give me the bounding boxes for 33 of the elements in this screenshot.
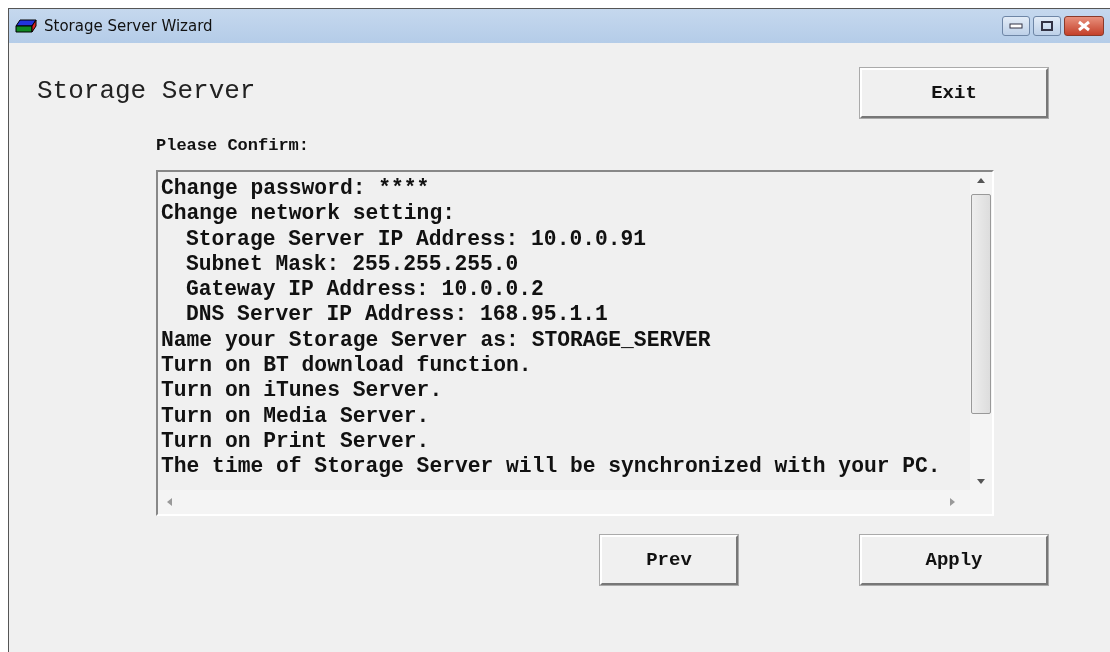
- maximize-icon: [1041, 21, 1053, 31]
- horizontal-scrollbar[interactable]: [158, 490, 992, 514]
- close-button[interactable]: [1064, 16, 1104, 36]
- maximize-button[interactable]: [1033, 16, 1061, 36]
- summary-text-area[interactable]: [156, 170, 994, 516]
- scroll-down-icon[interactable]: [977, 479, 985, 485]
- wizard-heading: Storage Server: [37, 76, 256, 106]
- summary-line: Gateway IP Address: 10.0.0.2: [185, 277, 545, 303]
- scroll-left-icon[interactable]: [166, 498, 172, 506]
- summary-line: Name your Storage Server as: STORAGE_SERVER: [161, 327, 712, 354]
- minimize-icon: [1009, 22, 1023, 30]
- minimize-button[interactable]: [1002, 16, 1030, 36]
- vertical-scrollbar[interactable]: [970, 172, 992, 490]
- summary-line: The time of Storage Server will be synchronized with your PC.: [161, 454, 942, 480]
- storage-box-icon: [15, 19, 37, 33]
- prev-button[interactable]: Prev: [600, 535, 738, 585]
- scroll-right-icon[interactable]: [950, 498, 956, 506]
- apply-button[interactable]: Apply: [860, 535, 1048, 585]
- window-title: Storage Server Wizard: [44, 17, 213, 35]
- exit-button[interactable]: Exit: [860, 68, 1048, 118]
- summary-line: Change network setting:: [161, 201, 456, 227]
- summary-line: Subnet Mask: 255.255.255.0: [185, 251, 520, 278]
- summary-line: Turn on Print Server.: [161, 428, 431, 455]
- summary-line: Turn on BT download function.: [161, 353, 533, 379]
- summary-line: Turn on Media Server.: [161, 403, 431, 429]
- summary-line: DNS Server IP Address: 168.95.1.1: [185, 302, 609, 328]
- summary-line: Turn on iTunes Server.: [161, 378, 444, 404]
- close-icon: [1077, 20, 1091, 32]
- summary-line: Change password: ****: [161, 176, 431, 202]
- scroll-thumb[interactable]: [971, 194, 991, 414]
- scroll-up-icon[interactable]: [977, 177, 985, 183]
- summary-line: Storage Server IP Address: 10.0.0.91: [185, 226, 648, 252]
- confirm-prompt: Please Confirm:: [156, 136, 311, 155]
